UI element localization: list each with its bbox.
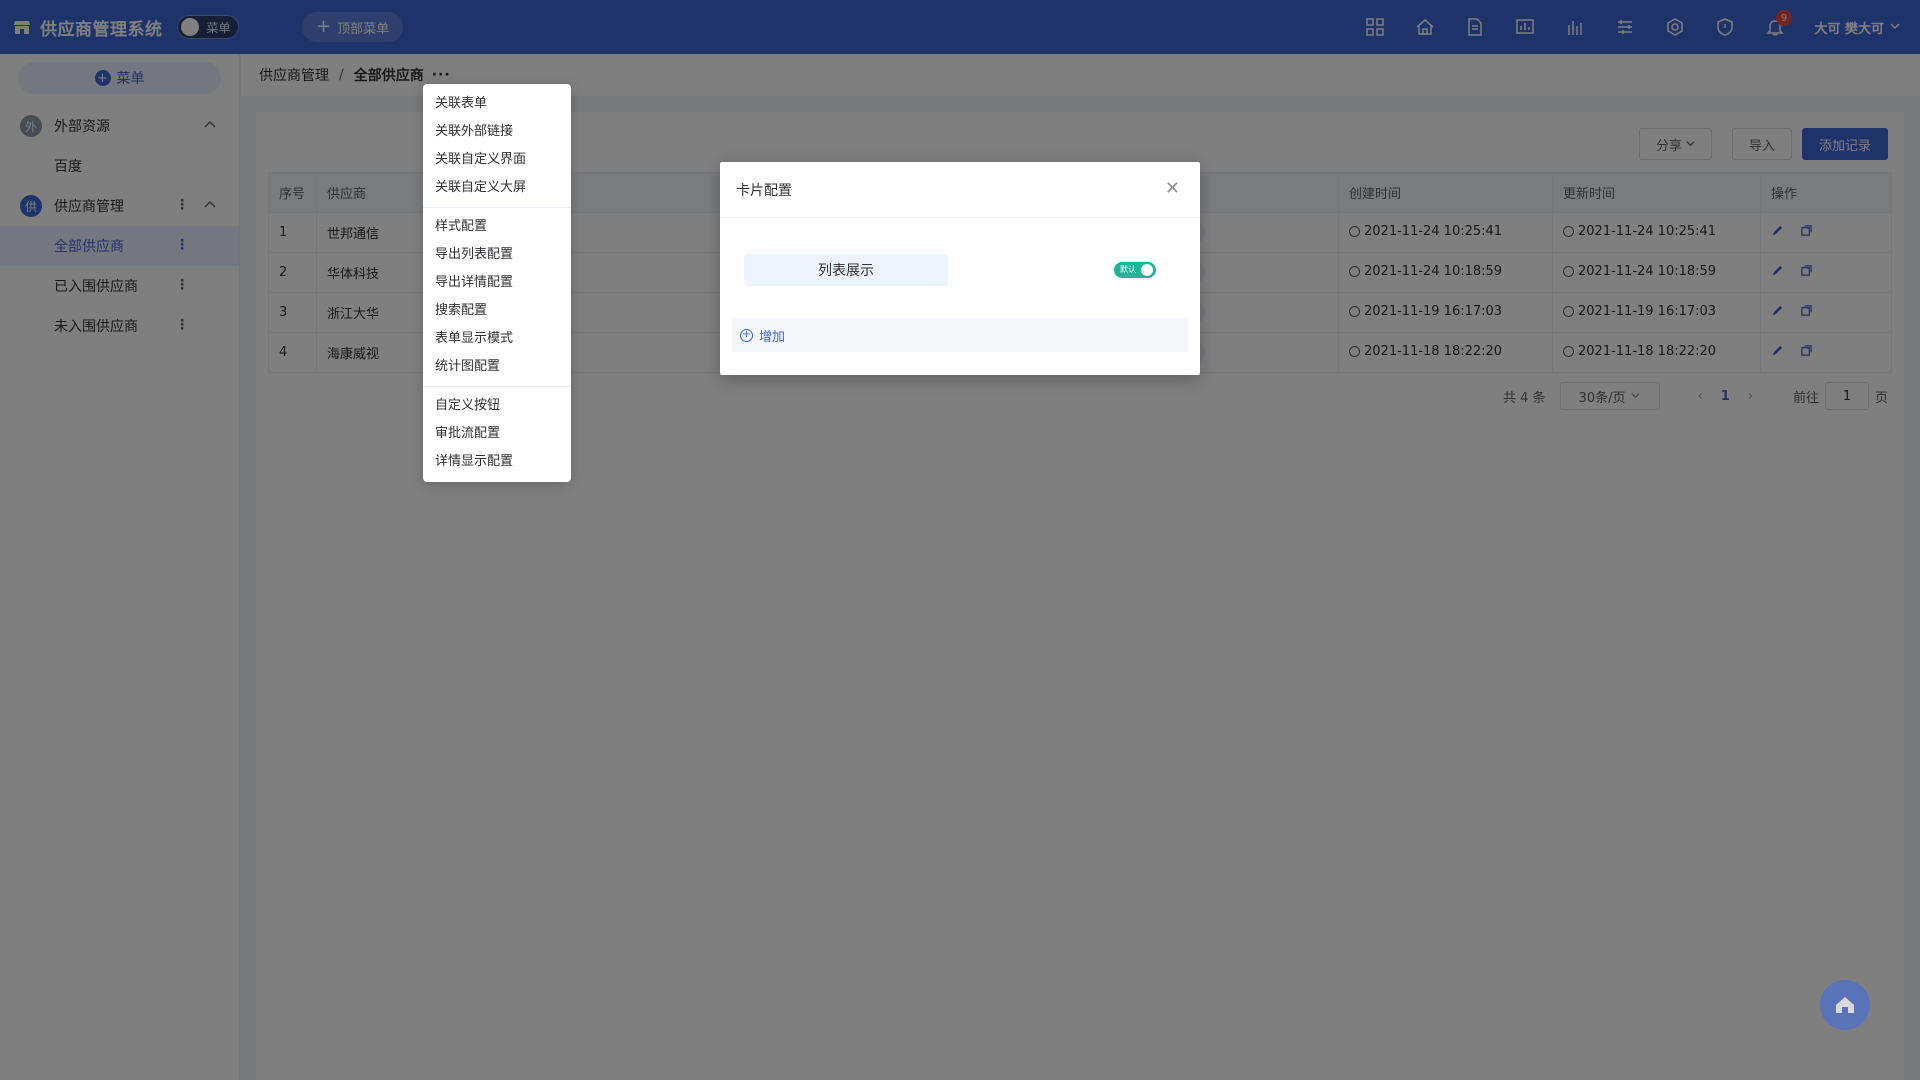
menu-item[interactable]: 统计图配置 (423, 353, 571, 381)
card-config-dialog: 卡片配置 ✕ 列表展示 默认 + 增加 (720, 162, 1200, 375)
floating-home-button[interactable] (1820, 980, 1870, 1030)
menu-item[interactable]: 导出列表配置 (423, 241, 571, 269)
config-dropdown-menu: 关联表单 关联外部链接 关联自定义界面 关联自定义大屏 样式配置 导出列表配置 导出详情配置… (423, 84, 571, 482)
add-card-label: 增加 (759, 329, 786, 345)
menu-item[interactable]: 导出详情配置 (423, 269, 571, 297)
list-display-card[interactable]: 列表展示 (744, 254, 948, 286)
menu-item[interactable]: 搜索配置 (423, 297, 571, 325)
home-icon (1836, 997, 1854, 1013)
menu-item[interactable]: 关联表单 (423, 90, 571, 118)
menu-divider (423, 386, 571, 387)
dialog-title: 卡片配置 (736, 182, 792, 199)
plus-circle-icon: + (740, 328, 753, 342)
switch-knob (1141, 264, 1153, 276)
menu-item[interactable]: 表单显示模式 (423, 325, 571, 353)
menu-item[interactable]: 自定义按钮 (423, 392, 571, 420)
menu-item[interactable]: 样式配置 (423, 213, 571, 241)
dialog-body: 列表展示 默认 + 增加 (720, 254, 1200, 352)
close-icon[interactable]: ✕ (1165, 180, 1180, 198)
card-config-row: 列表展示 默认 (744, 254, 1176, 286)
menu-item[interactable]: 详情显示配置 (423, 448, 571, 476)
switch-label: 默认 (1120, 265, 1136, 274)
menu-item[interactable]: 关联自定义界面 (423, 146, 571, 174)
default-switch[interactable]: 默认 (1114, 262, 1156, 278)
dialog-header: 卡片配置 (720, 162, 1200, 218)
menu-item[interactable]: 关联自定义大屏 (423, 174, 571, 202)
menu-divider (423, 207, 571, 208)
add-card-button[interactable]: + 增加 (732, 318, 1188, 352)
menu-item[interactable]: 审批流配置 (423, 420, 571, 448)
menu-item[interactable]: 关联外部链接 (423, 118, 571, 146)
